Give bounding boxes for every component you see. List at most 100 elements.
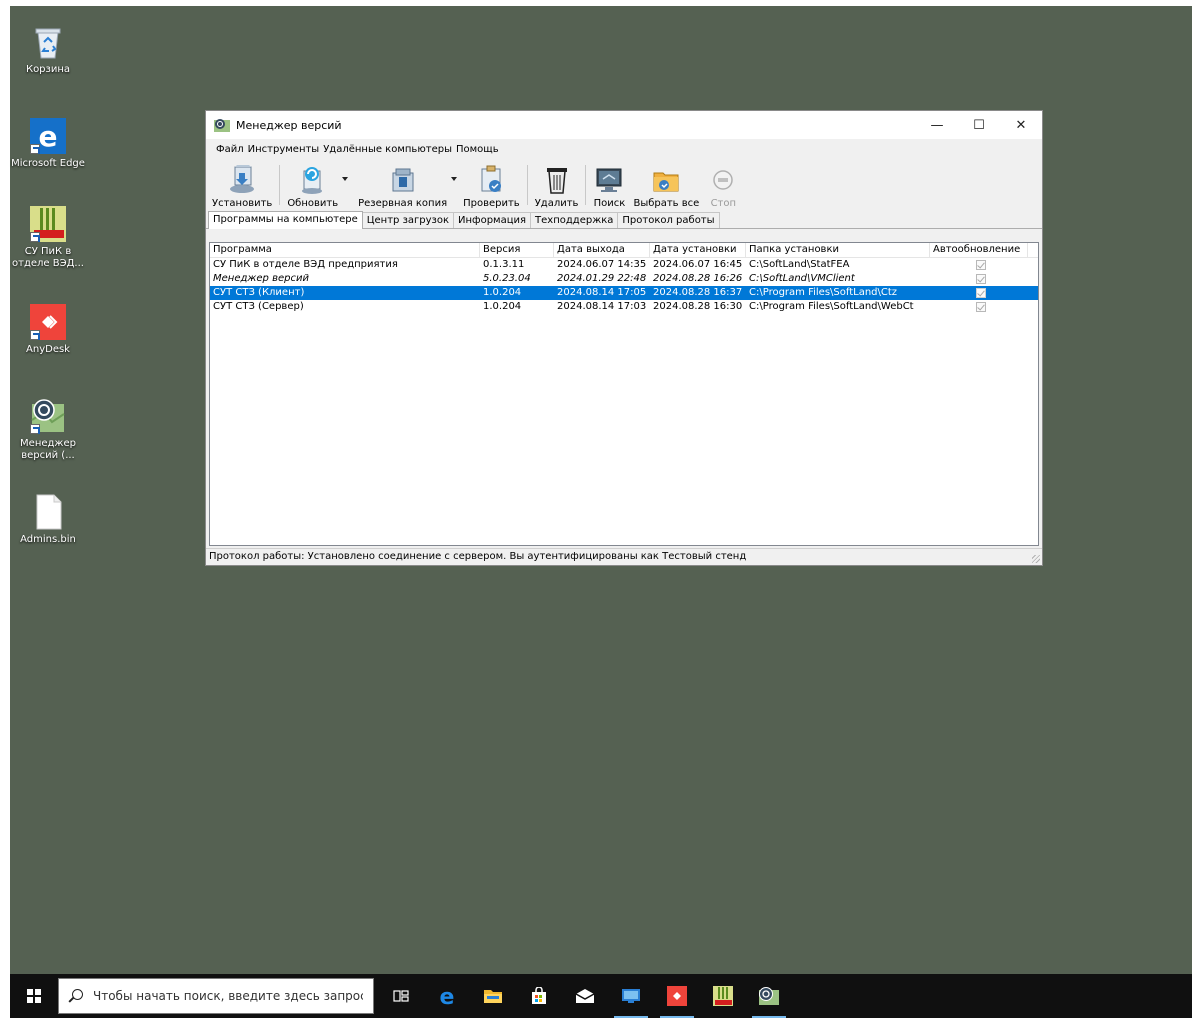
delete-label: Удалить [534,198,579,209]
version-manager-window[interactable]: Менеджер версий — ☐ ✕ Файл Инструменты У… [205,110,1043,566]
cell-install-folder: C:\SoftLand\VMClient [749,273,855,284]
column-header-install-date[interactable]: Дата установки [650,243,746,257]
anydesk-icon [667,986,687,1006]
column-header-install-folder[interactable]: Папка установки [746,243,930,257]
desktop-icon-edge[interactable]: e Microsoft Edge [10,118,86,170]
taskbar-anydesk-button[interactable] [654,974,700,1018]
cell-program: Менеджер версий [213,273,309,284]
taskbar-store-button[interactable] [516,974,562,1018]
cell-version: 5.0.23.04 [483,273,531,284]
shortcut-arrow-icon [30,424,40,434]
cell-autoupdate [930,286,1028,300]
delete-button[interactable]: Удалить [531,159,583,209]
taskbar-search-box[interactable] [58,978,374,1014]
table-row[interactable]: СУ ПиК в отделе ВЭД предприятия 0.1.3.11… [210,258,1038,272]
cell-install-folder: C:\Program Files\SoftLand\WebCt [749,301,914,312]
cell-program: СУТ СТЗ (Клиент) [213,287,305,298]
cell-install-date: 2024.08.28 16:37 [653,287,743,298]
toolbar-separator [526,165,528,205]
backup-dropdown-arrow-icon[interactable] [451,177,458,181]
check-icon [481,165,502,192]
backup-label: Резервная копия [358,198,448,209]
task-view-button[interactable] [378,974,424,1018]
update-label: Обновить [287,198,339,209]
menu-remote-computers[interactable]: Удалённые компьютеры [323,144,452,155]
folder-icon [484,990,502,1003]
column-header-autoupdate[interactable]: Автообновление [930,243,1028,257]
menu-bar: Файл Инструменты Удалённые компьютеры По… [206,139,1042,159]
tab-information[interactable]: Информация [453,212,532,228]
cell-install-date: 2024.06.07 16:45 [653,259,743,270]
tab-download-center[interactable]: Центр загрузок [361,212,455,228]
taskbar-version-manager-button[interactable] [746,974,792,1018]
search-button[interactable]: Поиск [589,159,629,209]
column-header-release-date[interactable]: Дата выхода [554,243,650,257]
check-button[interactable]: Проверить [459,159,524,209]
cell-version: 1.0.204 [483,287,522,298]
backup-button[interactable]: Резервная копия [354,159,458,209]
tab-work-log[interactable]: Протокол работы [617,212,720,228]
close-button[interactable]: ✕ [1000,111,1042,139]
tab-support[interactable]: Техподдержка [530,212,619,228]
toolbar-separator [585,165,587,205]
menu-file[interactable]: Файл [216,144,244,155]
update-button[interactable]: Обновить [283,159,349,209]
autoupdate-checkbox[interactable] [975,288,986,298]
table-row-selected[interactable]: СУТ СТЗ (Клиент) 1.0.204 2024.08.14 17:0… [210,286,1038,300]
trash-icon [546,168,567,194]
remote-desktop-icon [622,989,640,1003]
cell-release-date: 2024.08.14 17:03 [557,301,647,312]
tab-bar: Программы на компьютере Центр загрузок И… [206,211,1042,229]
maximize-button[interactable]: ☐ [958,111,1000,139]
desktop-icon-recycle-bin[interactable]: Корзина [10,24,86,76]
desktop-icon-version-manager[interactable]: Менеджер версий (... [10,398,86,462]
desktop-icon-anydesk[interactable]: AnyDesk [10,304,86,356]
desktop-icon-admins-bin[interactable]: Admins.bin [10,494,86,546]
cell-version: 0.1.3.11 [483,259,525,270]
install-label: Установить [212,198,273,209]
tab-programs-on-computer[interactable]: Программы на компьютере [208,211,363,229]
cell-release-date: 2024.01.29 22:48 [557,273,647,284]
minimize-button[interactable]: — [916,111,958,139]
taskbar: e [10,974,1192,1018]
window-titlebar[interactable]: Менеджер версий — ☐ ✕ [206,111,1042,139]
autoupdate-checkbox[interactable] [975,260,986,270]
taskbar-search-input[interactable] [93,989,363,1003]
table-row[interactable]: Менеджер версий 5.0.23.04 2024.01.29 22:… [210,272,1038,286]
taskbar-su-pik-button[interactable] [700,974,746,1018]
toolbar-separator [279,165,281,205]
table-header: Программа Версия Дата выхода Дата устано… [210,243,1038,258]
stop-button[interactable]: Стоп [703,159,743,209]
desktop-icon-label: СУ ПиК в отделе ВЭД... [12,246,84,269]
taskbar-edge-button[interactable]: e [424,974,470,1018]
file-icon [30,494,66,530]
column-header-version[interactable]: Версия [480,243,554,257]
select-all-icon [653,172,679,192]
cell-release-date: 2024.06.07 14:35 [557,259,647,270]
update-dropdown-arrow-icon[interactable] [342,177,349,181]
resize-grip-icon[interactable] [1032,555,1040,563]
backup-icon [392,168,414,192]
status-bar: Протокол работы: Установлено соединение … [206,548,1042,565]
store-bag-icon [532,987,546,1004]
toolbar: Установить Обновить Резервная копия Пров… [206,159,1042,211]
autoupdate-checkbox[interactable] [975,302,986,312]
menu-help[interactable]: Помощь [456,144,499,155]
recycle-bin-icon [30,24,66,60]
table-row[interactable]: СУТ СТЗ (Сервер) 1.0.204 2024.08.14 17:0… [210,300,1038,314]
autoupdate-checkbox[interactable] [975,274,986,284]
menu-tools[interactable]: Инструменты [248,144,320,155]
taskbar-remote-desktop-button[interactable] [608,974,654,1018]
select-all-button[interactable]: Выбрать все [629,159,703,209]
claas-app-icon [30,206,66,242]
desktop-icon-su-pik[interactable]: СУ ПиК в отделе ВЭД... [10,206,86,270]
cell-install-folder: C:\Program Files\SoftLand\Ctz [749,287,898,298]
shortcut-arrow-icon [30,330,40,340]
windows-logo-icon [27,989,41,1003]
install-button[interactable]: Установить [208,159,276,209]
start-button[interactable] [10,974,58,1018]
taskbar-mail-button[interactable] [562,974,608,1018]
column-header-program[interactable]: Программа [210,243,480,257]
programs-table[interactable]: Программа Версия Дата выхода Дата устано… [209,242,1039,546]
taskbar-explorer-button[interactable] [470,974,516,1018]
